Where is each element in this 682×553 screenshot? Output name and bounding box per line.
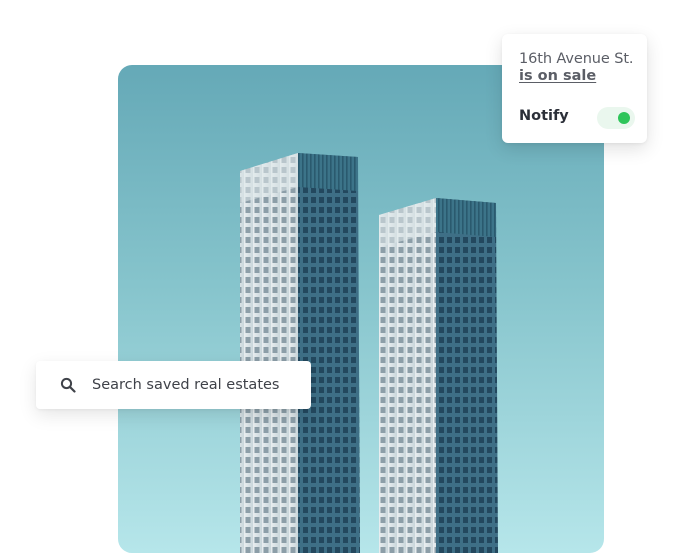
search-icon: [60, 377, 76, 393]
search-bar[interactable]: [36, 361, 311, 409]
sale-status-link[interactable]: is on sale: [519, 68, 596, 84]
toggle-knob: [618, 112, 630, 124]
search-input[interactable]: [92, 369, 302, 401]
property-address: 16th Avenue St.: [519, 51, 634, 67]
notify-toggle[interactable]: [597, 107, 635, 129]
sale-notification-card: 16th Avenue St. is on sale Notify: [502, 34, 647, 143]
notify-label: Notify: [519, 108, 569, 124]
